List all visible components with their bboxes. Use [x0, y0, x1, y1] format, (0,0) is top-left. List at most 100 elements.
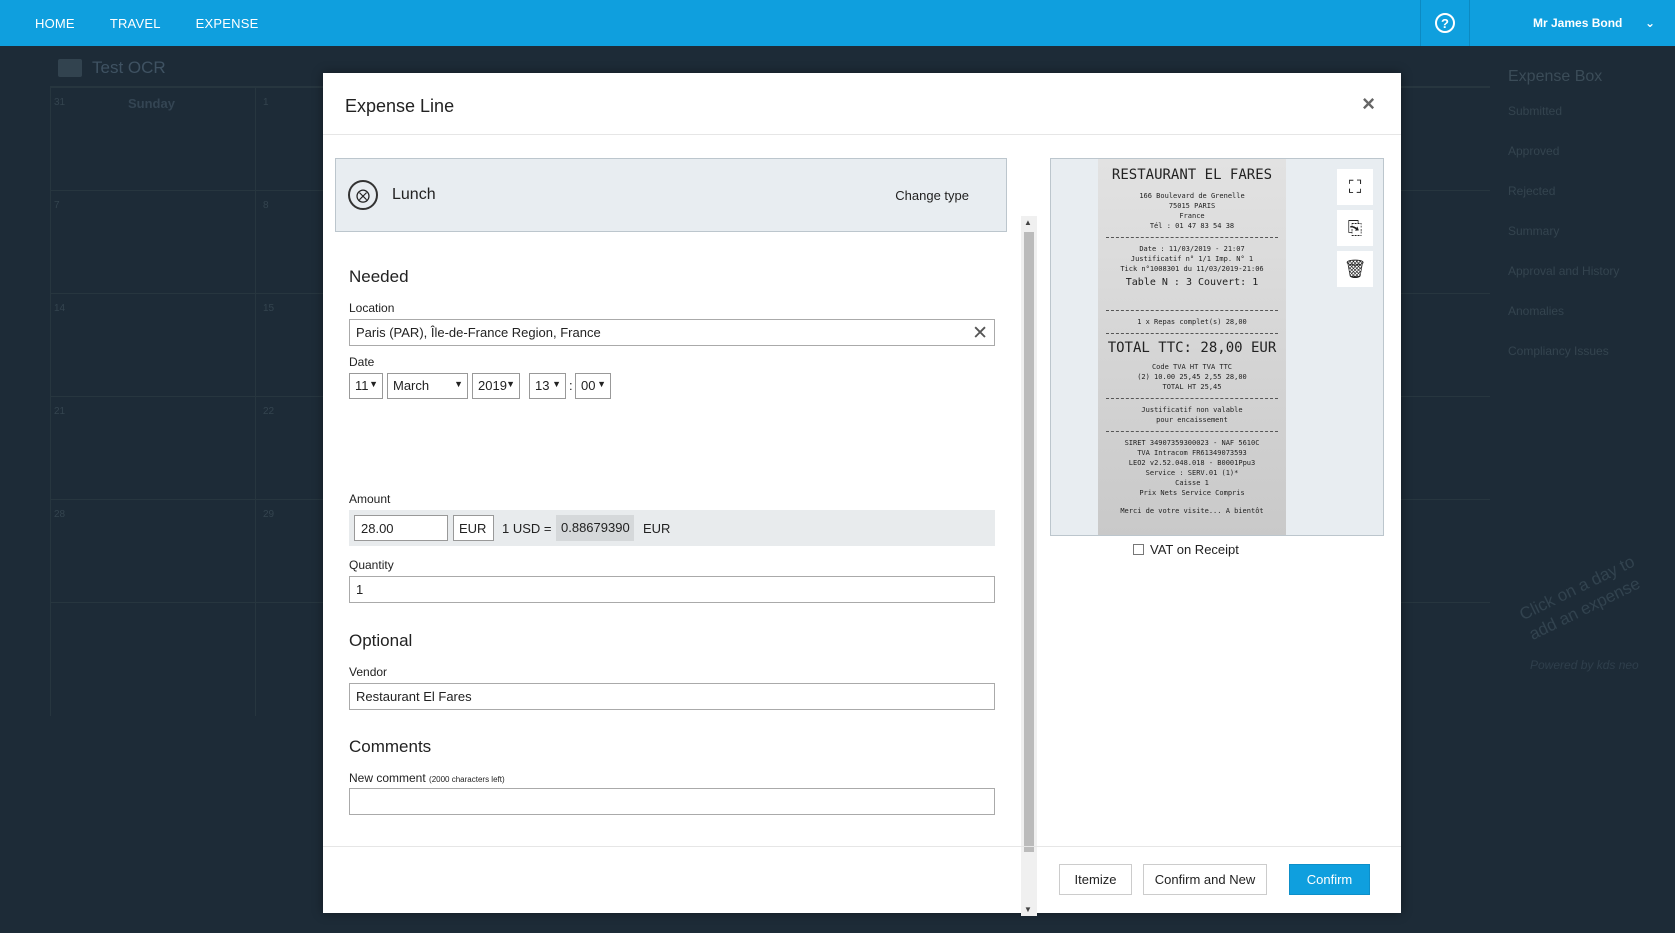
date-hour-select[interactable]: 13 ▼: [529, 373, 566, 399]
rate-currency: EUR: [643, 521, 671, 536]
receipt-line: pour encaissement: [1156, 416, 1228, 424]
date-month-value: March: [393, 378, 430, 393]
fullscreen-button[interactable]: ⛶: [1337, 169, 1373, 205]
lunch-icon: ⨂: [348, 180, 378, 210]
receipt-line: Service : SERV.01 (1)*: [1145, 469, 1239, 477]
scroll-up-icon[interactable]: ▲: [1024, 218, 1032, 227]
section-needed: Needed: [349, 267, 409, 286]
itemize-button[interactable]: Itemize: [1059, 864, 1132, 895]
date-day-select[interactable]: 11 ▼: [349, 373, 383, 399]
chevron-down-icon: ⌄: [1644, 16, 1655, 30]
day-number: 28: [54, 509, 66, 520]
nav-expense[interactable]: EXPENSE: [196, 16, 259, 31]
dropdown-arrow-icon: ▼: [454, 379, 463, 389]
receipt-image: RESTAURANT EL FARES 166 Boulevard de Gre…: [1098, 159, 1286, 535]
side-section: Compliancy Issues: [1508, 344, 1609, 358]
dropdown-arrow-icon: ▼: [552, 379, 561, 389]
receipt-line: Justificatif n° 1/1 Imp. N° 1: [1130, 255, 1254, 263]
extract-button[interactable]: ⎘: [1337, 210, 1373, 246]
receipt-line: TVA Intracom FR61349073593: [1137, 449, 1247, 457]
currency-field[interactable]: EUR: [453, 515, 494, 541]
change-type-link[interactable]: Change type: [895, 188, 969, 203]
receipt-line: (2) 10.00 25,45 2,55 28,00: [1137, 373, 1247, 381]
receipt-title: RESTAURANT EL FARES: [1111, 167, 1273, 183]
nav-travel[interactable]: TRAVEL: [110, 16, 161, 31]
quantity-label: Quantity: [349, 558, 394, 572]
user-name: Mr James Bond: [1533, 16, 1623, 30]
confirm-and-new-button[interactable]: Confirm and New: [1143, 864, 1267, 895]
top-navbar: HOME TRAVEL EXPENSE ? Mr James Bond ⌄: [0, 0, 1675, 46]
receipt-line: Prix Nets Service Compris: [1139, 489, 1245, 497]
rate-prefix: 1 USD =: [502, 521, 552, 536]
amount-row: 28.00 EUR 1 USD = 0.88679390 EUR: [349, 510, 995, 546]
amount-input[interactable]: 28.00: [354, 515, 448, 541]
folder-title-text: Test OCR: [92, 58, 166, 77]
modal-title: Expense Line: [345, 96, 455, 116]
extract-icon: ⎘: [1347, 217, 1363, 238]
trash-icon: 🗑: [1343, 258, 1367, 279]
vat-on-receipt[interactable]: VAT on Receipt: [1133, 542, 1239, 557]
confirm-button[interactable]: Confirm: [1289, 864, 1370, 895]
day-number: 1: [263, 97, 269, 108]
location-input[interactable]: Paris (PAR), Île-de-France Region, Franc…: [349, 319, 995, 346]
receipt-line: Tél : 01 47 83 54 38: [1149, 222, 1235, 230]
receipt-toolbar: ⛶ ⎘ 🗑: [1337, 169, 1373, 292]
receipt-line: Caisse 1: [1175, 479, 1209, 487]
modal-footer: Itemize Confirm and New Confirm: [323, 846, 1401, 913]
location-value: Paris (PAR), Île-de-France Region, Franc…: [356, 325, 601, 340]
new-comment-label-text: New comment: [349, 771, 426, 785]
date-label: Date: [349, 355, 375, 369]
quantity-input[interactable]: 1: [349, 576, 995, 603]
date-year-select[interactable]: 2019 ▼: [472, 373, 520, 399]
side-section: Anomalies: [1508, 304, 1565, 318]
close-icon[interactable]: ×: [1362, 91, 1375, 117]
delete-receipt-button[interactable]: 🗑: [1337, 251, 1373, 287]
receipt-line: Code TVA HT TVA TTC: [1151, 363, 1233, 371]
help-button[interactable]: ?: [1420, 0, 1470, 46]
user-menu[interactable]: Mr James Bond ⌄: [1470, 16, 1675, 30]
form-scrollbar[interactable]: ▲ ▼: [1021, 216, 1037, 916]
receipt-total: TOTAL TTC: 28,00 EUR: [1107, 340, 1277, 356]
fullscreen-icon: ⛶: [1348, 176, 1362, 197]
receipt-line: Justificatif non valable: [1141, 406, 1243, 414]
date-hour-value: 13: [535, 378, 550, 393]
date-day-value: 11: [355, 378, 369, 393]
date-minute-value: 00: [581, 378, 596, 393]
vat-checkbox[interactable]: [1133, 544, 1144, 555]
day-number: 21: [54, 406, 66, 417]
receipt-line: SIRET 34907359300023 - NAF 5610C: [1124, 439, 1260, 447]
day-number: 29: [263, 509, 275, 520]
expense-line-modal: Expense Line × ⨂ Lunch Change type Neede…: [323, 73, 1401, 916]
vendor-input[interactable]: Restaurant El Fares: [349, 683, 995, 710]
dropdown-arrow-icon: ▼: [369, 379, 378, 389]
nav-home[interactable]: HOME: [35, 16, 75, 31]
help-icon: ?: [1435, 13, 1455, 33]
receipt-line: 75015 PARIS: [1168, 202, 1216, 210]
vat-label: VAT on Receipt: [1150, 542, 1239, 557]
time-separator: :: [569, 378, 573, 393]
vendor-label: Vendor: [349, 665, 388, 679]
clear-location-icon[interactable]: ✕: [972, 322, 988, 345]
receipt-line: Merci de votre visite... A bientôt: [1120, 507, 1264, 515]
expense-form: ⨂ Lunch Change type Needed Location Pari…: [335, 158, 1007, 858]
side-section: Approval and History: [1508, 264, 1620, 278]
folder-title: Test OCR: [58, 58, 166, 78]
day-number: 7: [54, 200, 60, 211]
amount-label: Amount: [349, 492, 391, 506]
receipt-line: TOTAL HT 25,45: [1162, 383, 1222, 391]
scrollbar-thumb[interactable]: [1024, 232, 1034, 852]
receipt-line: France: [1179, 212, 1205, 220]
receipt-line: 166 Boulevard de Grenelle: [1139, 192, 1245, 200]
date-month-select[interactable]: March ▼: [387, 373, 468, 399]
day-number: 8: [263, 200, 269, 211]
section-optional: Optional: [349, 631, 413, 650]
receipt-preview: RESTAURANT EL FARES 166 Boulevard de Gre…: [1050, 158, 1384, 536]
modal-header: Expense Line ×: [323, 73, 1401, 135]
dropdown-arrow-icon: ▼: [597, 379, 606, 389]
day-number: 22: [263, 406, 275, 417]
receipt-line: Date : 11/03/2019 - 21:07: [1139, 245, 1245, 253]
folder-icon: [58, 59, 82, 77]
new-comment-input[interactable]: [349, 788, 995, 815]
date-minute-select[interactable]: 00 ▼: [575, 373, 611, 399]
day-number: 31: [54, 97, 66, 108]
